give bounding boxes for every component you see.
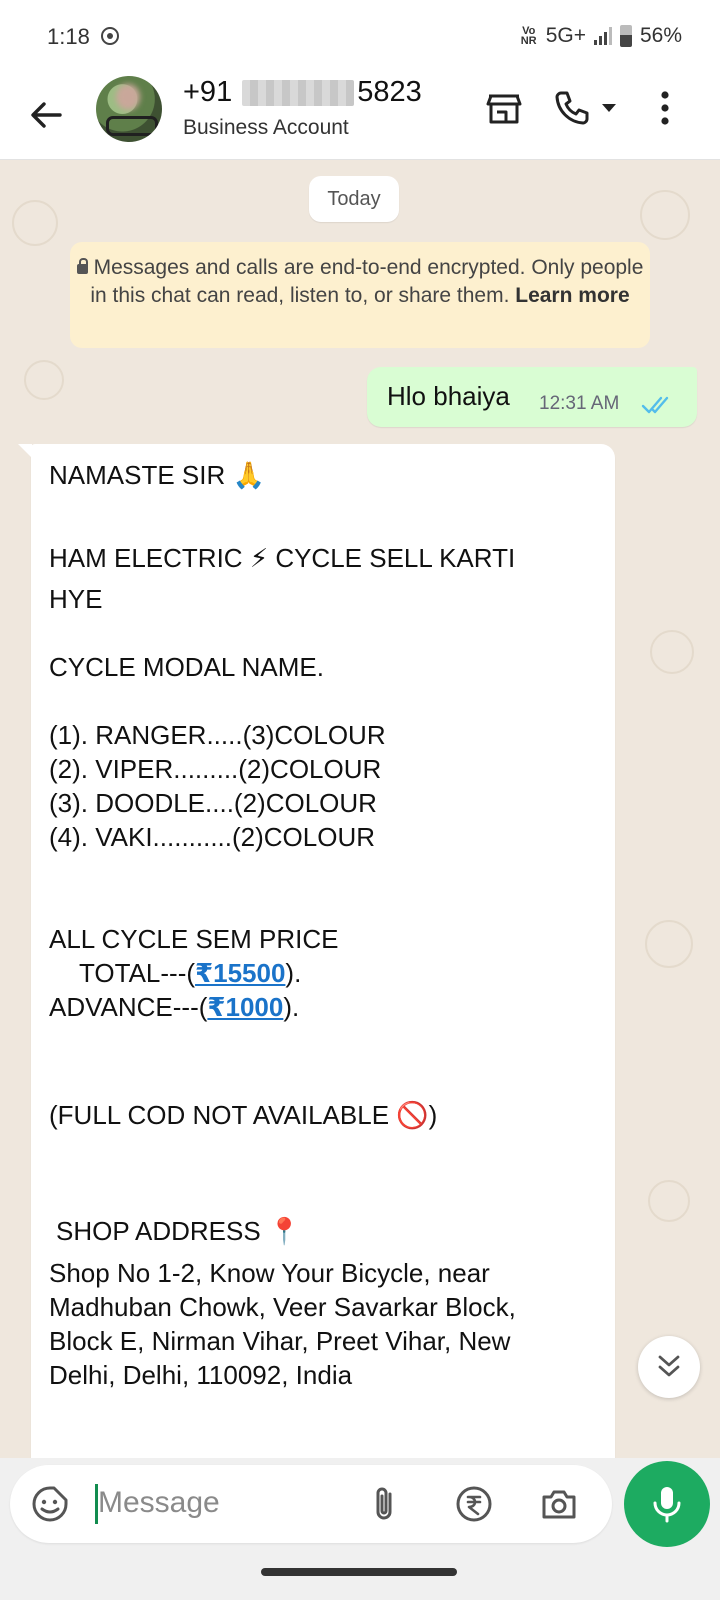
status-time: 1:18 <box>47 24 90 49</box>
advance-amount-link[interactable]: ₹1000 <box>207 992 283 1022</box>
encryption-notice[interactable]: Messages and calls are end-to-end encryp… <box>70 242 650 348</box>
folded-hands-emoji: 🙏 <box>232 460 265 490</box>
mic-icon <box>653 1487 681 1523</box>
greeting-line: NAMASTE SIR 🙏 <box>49 460 265 491</box>
chat-area[interactable]: Today Messages and calls are end-to-end … <box>0 160 720 1458</box>
pin-emoji: 📍 <box>267 1216 301 1246</box>
redacted-number <box>242 79 355 106</box>
total-prefix: TOTAL---( <box>79 958 196 988</box>
contact-subtitle: Business Account <box>183 116 349 139</box>
chat-header: +91 5823 Business Account <box>0 70 720 160</box>
title-prefix: +91 <box>183 76 233 108</box>
message-placeholder: Message <box>98 1486 220 1519</box>
lock-icon <box>76 258 88 274</box>
address-line: Delhi, Delhi, 110092, India <box>49 1360 353 1390</box>
avatar[interactable] <box>96 76 162 142</box>
wallpaper-doodle <box>645 920 693 968</box>
shop-icon[interactable] <box>484 88 524 128</box>
camera-icon[interactable] <box>539 1484 579 1524</box>
battery-icon <box>619 25 632 47</box>
address-line: Block E, Nirman Vihar, Preet Vihar, New <box>49 1326 511 1356</box>
address-line: Madhuban Chowk, Veer Savarkar Block, <box>49 1292 516 1322</box>
double-chevron-down-icon <box>658 1355 680 1377</box>
wallpaper-doodle <box>24 360 64 400</box>
model-item: (4). VAKI...........(2)COLOUR <box>49 822 376 852</box>
sell-line: HAM ELECTRIC ⚡ CYCLE SELL KARTI <box>49 543 515 574</box>
lightning-emoji: ⚡ <box>249 543 269 573</box>
attach-icon[interactable] <box>366 1484 406 1524</box>
battery-level: 56% <box>639 24 682 47</box>
advance-prefix: ADVANCE---( <box>49 992 208 1022</box>
greeting-text: NAMASTE SIR <box>49 460 226 490</box>
total-suffix: ). <box>285 958 302 988</box>
models-heading: CYCLE MODAL NAME. <box>49 652 324 682</box>
home-gesture-handle[interactable] <box>261 1568 457 1576</box>
address-line: Shop No 1-2, Know Your Bicycle, near <box>49 1258 490 1288</box>
prohibited-emoji: 🚫 <box>396 1100 429 1130</box>
total-amount-link[interactable]: ₹15500 <box>195 958 285 988</box>
read-ticks-icon <box>641 396 669 414</box>
message-input[interactable]: Message <box>10 1465 612 1543</box>
notification-icon <box>101 27 119 45</box>
sticker-icon[interactable] <box>30 1484 70 1524</box>
price-heading: ALL CYCLE SEM PRICE <box>49 924 339 954</box>
caret-down-icon[interactable] <box>598 88 620 128</box>
wallpaper-doodle <box>650 630 694 674</box>
rupee-payment-icon[interactable] <box>454 1484 494 1524</box>
wallpaper-doodle <box>12 200 58 246</box>
outgoing-message[interactable]: Hlo bhaiya 12:31 AM <box>367 367 697 427</box>
cod-line: (FULL COD NOT AVAILABLE 🚫) <box>49 1100 437 1131</box>
advance-line: ADVANCE---(₹1000). <box>49 992 299 1023</box>
voice-message-button[interactable] <box>624 1461 710 1547</box>
title-suffix: 5823 <box>357 76 422 108</box>
outgoing-time: 12:31 AM <box>539 393 620 414</box>
sell-text-a: HAM ELECTRIC <box>49 543 243 573</box>
network-type: 5G+ <box>545 24 586 47</box>
sell-line-cont: HYE <box>49 584 103 614</box>
more-vert-icon[interactable] <box>650 88 680 128</box>
system-nav-bar <box>0 1550 720 1600</box>
sell-text-b: CYCLE SELL KARTI <box>275 543 516 573</box>
model-item: (2). VIPER.........(2)COLOUR <box>49 754 382 784</box>
signal-icon <box>593 27 612 45</box>
address-heading: SHOP ADDRESS <box>56 1216 261 1246</box>
status-bar: 1:18 Vo NR 5G+ 56% <box>0 0 720 70</box>
wallpaper-doodle <box>648 1180 690 1222</box>
incoming-message[interactable]: NAMASTE SIR 🙏 HAM ELECTRIC ⚡ CYCLE SELL … <box>18 444 615 1458</box>
phone-icon[interactable] <box>552 88 592 128</box>
date-divider: Today <box>309 176 399 222</box>
composer-bar: Message <box>0 1458 720 1550</box>
contact-title[interactable]: +91 5823 <box>183 76 422 109</box>
back-arrow-icon[interactable] <box>26 95 66 135</box>
model-item: (3). DOODLE....(2)COLOUR <box>49 788 377 818</box>
cod-close: ) <box>428 1100 438 1130</box>
total-line: TOTAL---(₹15500). <box>79 958 301 989</box>
volte-badge: Vo NR <box>520 25 537 47</box>
model-item: (1). RANGER.....(3)COLOUR <box>49 720 386 750</box>
address-heading-line: SHOP ADDRESS 📍 <box>56 1216 300 1247</box>
cod-text: (FULL COD NOT AVAILABLE <box>49 1100 390 1130</box>
wallpaper-doodle <box>640 190 690 240</box>
outgoing-text: Hlo bhaiya <box>387 381 510 411</box>
scroll-to-bottom-button[interactable] <box>638 1336 700 1398</box>
advance-suffix: ). <box>283 992 300 1022</box>
status-right: Vo NR 5G+ 56% <box>520 24 682 48</box>
learn-more-link[interactable]: Learn more <box>515 284 629 307</box>
